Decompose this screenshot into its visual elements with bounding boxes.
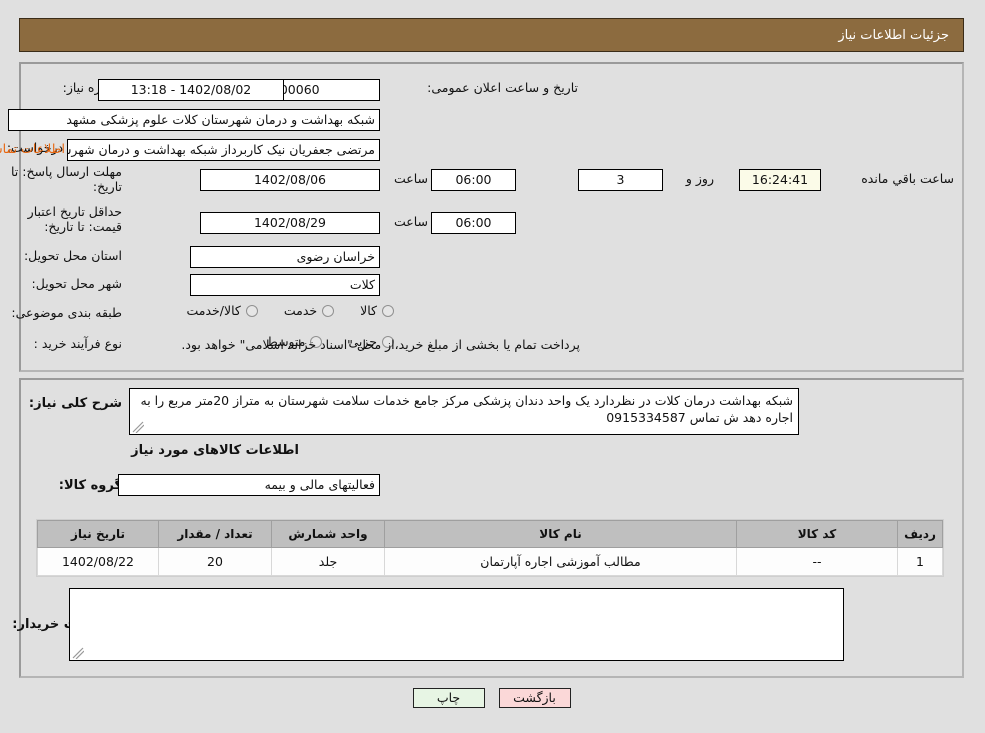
price-validity-hour-field[interactable]: 06:00 — [432, 212, 517, 234]
announce-datetime-label: تاریخ و ساعت اعلان عمومی: — [428, 80, 579, 95]
column-header-need-date: تاریخ نیاز — [38, 520, 160, 548]
remaining-days-label: روز و — [686, 171, 715, 186]
cell-unit: جلد — [272, 547, 386, 576]
page-title-text: جزئیات اطلاعات نیاز — [839, 27, 950, 43]
column-header-name: نام کالا — [385, 520, 738, 548]
resize-grip-icon[interactable] — [73, 647, 85, 659]
goods-section-title: اطلاعات کالاهای مورد نیاز — [132, 443, 300, 458]
column-header-quantity: تعداد / مقدار — [159, 520, 273, 548]
cell-name: مطالب آموزشی اجاره آپارتمان — [385, 547, 738, 576]
buyer-contact-link[interactable]: اطلاعات تماس خریدار — [0, 141, 66, 156]
radio-icon[interactable] — [383, 304, 395, 317]
table-header-row: ردیف کد کالا نام کالا واحد شمارش تعداد /… — [38, 520, 944, 548]
response-deadline-hour-field[interactable]: 06:00 — [432, 169, 517, 191]
category-label: طبقه بندی موضوعی: — [12, 305, 123, 320]
province-field[interactable]: خراسان رضوی — [191, 246, 381, 268]
response-deadline-label: مهلت ارسال پاسخ: تا تاریخ: — [12, 164, 123, 194]
cell-row-no: 1 — [898, 547, 944, 576]
announce-datetime-field[interactable]: 1402/08/02 - 13:18 — [99, 79, 285, 101]
cell-quantity: 20 — [159, 547, 273, 576]
goods-group-label: گروه کالا: — [59, 478, 123, 493]
description-label: شرح کلی نیاز: — [29, 396, 123, 411]
table-row[interactable]: 1 -- مطالب آموزشی اجاره آپارتمان جلد 20 … — [38, 547, 944, 576]
response-deadline-date-field[interactable]: 1402/08/06 — [201, 169, 381, 191]
buyer-comments-textarea[interactable] — [70, 588, 845, 661]
buyer-org-field[interactable]: شبکه بهداشت و درمان شهرستان کلات علوم پز… — [9, 109, 381, 131]
page-title: جزئیات اطلاعات نیاز — [20, 18, 965, 52]
price-validity-label: حداقل تاریخ اعتبار قیمت: تا تاریخ: — [28, 204, 123, 234]
goods-group-field[interactable]: فعالیتهای مالی و بیمه — [119, 474, 381, 496]
cell-need-date: 1402/08/22 — [38, 547, 160, 576]
category-radio-option-1[interactable]: خدمت — [284, 303, 336, 318]
radio-icon[interactable] — [246, 304, 259, 317]
category-option-label-0: کالا — [361, 303, 378, 318]
remaining-time-field: 16:24:41 — [740, 169, 822, 191]
process-type-label: نوع فرآیند خرید : — [34, 336, 123, 351]
goods-table: ردیف کد کالا نام کالا واحد شمارش تعداد /… — [37, 519, 945, 577]
column-header-row-no: ردیف — [898, 520, 944, 548]
column-header-code: کد کالا — [737, 520, 899, 548]
description-textarea[interactable]: شبکه بهداشت درمان کلات در نظردارد یک واح… — [130, 388, 800, 435]
price-validity-hour-label: ساعت — [394, 214, 429, 229]
requester-field[interactable]: مرتضی جعفریان نیک کاربرداز شبکه بهداشت و… — [68, 139, 381, 161]
category-option-label-2: کالا/خدمت — [187, 303, 242, 318]
category-radio-group[interactable]: کالا خدمت کالا/خدمت — [161, 303, 395, 318]
city-label: شهر محل تحویل: — [32, 276, 123, 291]
footer-buttons: بازگشت چاپ — [0, 688, 985, 708]
price-validity-date-field[interactable]: 1402/08/29 — [201, 212, 381, 234]
category-radio-option-0[interactable]: کالا — [361, 303, 395, 318]
radio-icon[interactable] — [323, 304, 336, 317]
print-button[interactable]: چاپ — [413, 688, 486, 708]
province-label: استان محل تحویل: — [24, 248, 123, 263]
response-deadline-hour-label: ساعت — [394, 171, 429, 186]
category-option-label-1: خدمت — [284, 303, 319, 318]
payment-note: پرداخت تمام یا بخشی از مبلغ خرید،از محل … — [182, 337, 581, 352]
remaining-time-label: ساعت باقي مانده — [862, 171, 955, 186]
city-field[interactable]: کلات — [191, 274, 381, 296]
remaining-days-field[interactable]: 3 — [579, 169, 664, 191]
resize-grip-icon[interactable] — [133, 421, 145, 433]
back-button[interactable]: بازگشت — [499, 688, 572, 708]
column-header-unit: واحد شمارش — [272, 520, 386, 548]
category-radio-option-2[interactable]: کالا/خدمت — [187, 303, 259, 318]
description-text: شبکه بهداشت درمان کلات در نظردارد یک واح… — [141, 393, 794, 425]
cell-code: -- — [737, 547, 899, 576]
